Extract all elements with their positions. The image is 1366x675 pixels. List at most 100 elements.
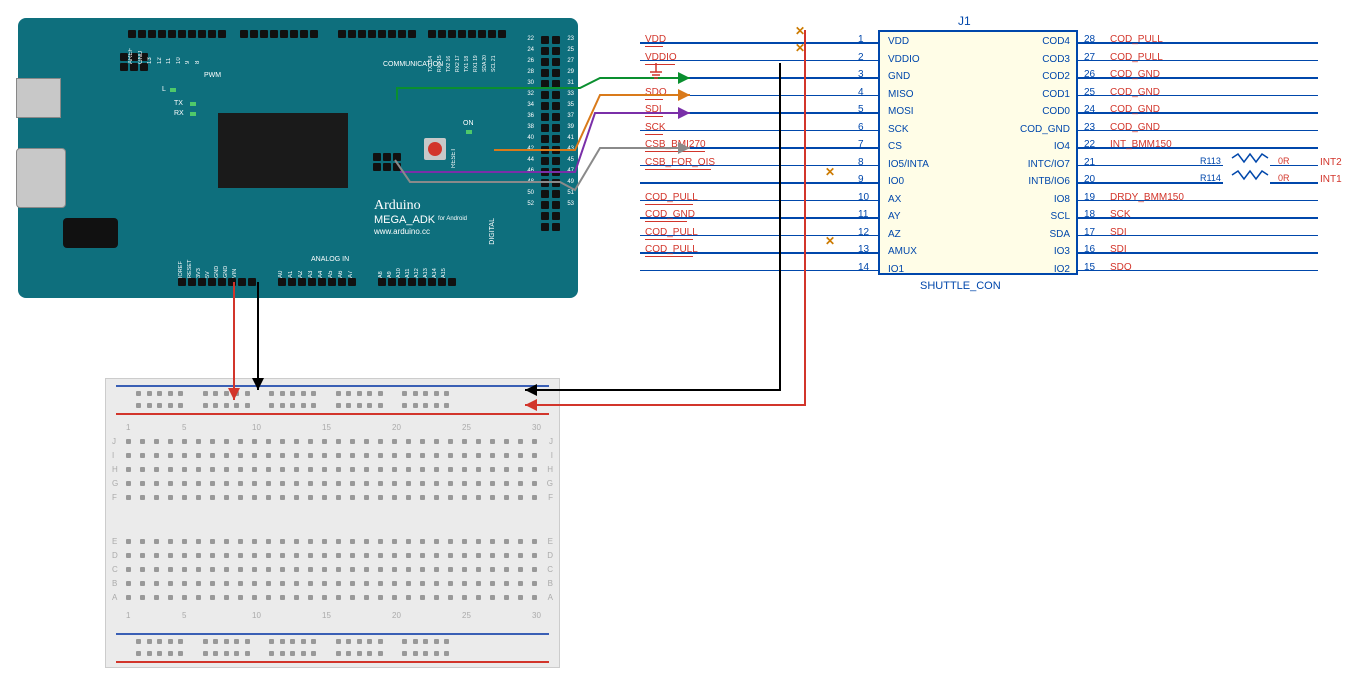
pin-name-left: AMUX [888, 246, 917, 257]
pin-name-left: MISO [888, 89, 914, 100]
net-label: INT_BMM150 [1110, 139, 1172, 150]
schematic-ref: J1 [958, 14, 971, 28]
net-label: SCK [1110, 209, 1131, 220]
tx-led [190, 102, 196, 106]
net-label: SDO [1110, 262, 1132, 273]
net-label: INT1 [1320, 174, 1342, 185]
pin-name-right: INTB/IO6 [1028, 176, 1070, 187]
arduino-url: www.arduino.cc [374, 227, 430, 236]
rx-led [190, 112, 196, 116]
usb-host-port [16, 148, 66, 208]
net-label: VDD [645, 34, 666, 45]
net-label: COD_GND [645, 209, 695, 220]
x-mark-icon: ✕ [825, 165, 835, 179]
pin-wire [640, 112, 878, 114]
net-label: COD_PULL [645, 244, 698, 255]
pin-name-right: COD0 [1042, 106, 1070, 117]
reset-label: RESET [451, 148, 457, 168]
net-label: COD_GND [1110, 104, 1160, 115]
pin-name-left: VDDIO [888, 54, 920, 65]
arduino-board: TX RX L ON COMMUNICATION PWM ANALOG IN D… [18, 18, 578, 298]
pin-name-right: INTC/IO7 [1028, 159, 1070, 170]
bottom-pins-power [178, 278, 256, 286]
net-label: SDI [645, 104, 662, 115]
net-label: COD_PULL [1110, 52, 1163, 63]
pin-name-right: COD1 [1042, 89, 1070, 100]
net-label: DRDY_BMM150 [1110, 192, 1184, 203]
bottom-pins-analog1 [278, 278, 356, 286]
pin-name-right: SDA [1049, 229, 1070, 240]
power-jack [63, 218, 118, 248]
analog-label: ANALOG IN [311, 256, 349, 263]
pin-name-left: IO0 [888, 176, 904, 187]
digital-pin-column [541, 36, 560, 231]
rx-label: RX [174, 110, 184, 117]
pin-name-left: MOSI [888, 106, 914, 117]
pwm-label: PWM [204, 72, 221, 79]
pin-wire [640, 95, 878, 97]
pin-wire [640, 130, 878, 132]
schematic-connector: J1 SHUTTLE_CON VDD1VDDVDDIO2VDDIOGND3MIS… [630, 12, 1360, 302]
tx-label: TX [174, 100, 183, 107]
resistor-ref: R114 [1200, 173, 1221, 183]
top-pins-3 [338, 30, 416, 38]
pin-name-right: SCL [1051, 211, 1070, 222]
pin-name-left: VDD [888, 36, 909, 47]
net-label: COD_GND [1110, 122, 1160, 133]
pin-name-left: AY [888, 211, 901, 222]
net-label: COD_GND [1110, 87, 1160, 98]
reset-button[interactable] [424, 138, 446, 160]
pin-name-right: COD3 [1042, 54, 1070, 65]
pin-name-right: IO4 [1054, 141, 1070, 152]
mcu-chip [218, 113, 348, 188]
top-pins-4 [428, 30, 506, 38]
l-led [170, 88, 176, 92]
net-label: SDI [1110, 227, 1127, 238]
net-label: VDDIO [645, 52, 677, 63]
net-label: SCK [645, 122, 666, 133]
pin-name-left: GND [888, 71, 910, 82]
pin-name-left: AZ [888, 229, 901, 240]
arduino-model: MEGA_ADK [374, 214, 435, 226]
on-led [466, 130, 472, 134]
icsp-pins-2 [373, 153, 401, 171]
pin-wire [640, 270, 878, 272]
net-label: COD_PULL [1110, 34, 1163, 45]
pin-name-left: IO5/INTA [888, 159, 929, 170]
resistor-ref: R113 [1200, 156, 1221, 166]
net-label: COD_PULL [645, 227, 698, 238]
pin-name-left: AX [888, 194, 901, 205]
net-label: CSB_FOR_OIS [645, 157, 715, 168]
pin-name-right: COD2 [1042, 71, 1070, 82]
pin-name-right: COD_GND [1020, 124, 1070, 135]
on-label: ON [463, 120, 474, 127]
net-label: SDI [1110, 244, 1127, 255]
pin-name-left: CS [888, 141, 902, 152]
pin-name-left: IO1 [888, 264, 904, 275]
pin-name-right: COD4 [1042, 36, 1070, 47]
x-mark-icon: ✕ [795, 41, 805, 55]
x-mark-icon: ✕ [825, 234, 835, 248]
usb-port [16, 78, 61, 118]
pin-wire [640, 77, 878, 79]
x-mark-icon: ✕ [795, 24, 805, 38]
top-pins-1 [128, 30, 226, 38]
schematic-name: SHUTTLE_CON [920, 280, 1001, 292]
schematic-box [878, 30, 1078, 275]
pin-wire [640, 182, 878, 184]
top-pins-2 [240, 30, 318, 38]
digital-label: DIGITAL [489, 218, 496, 245]
top-pin-labels: AREFGND1312111098 [128, 44, 201, 64]
net-label: CSB_BMI270 [645, 139, 706, 150]
pin-name-right: IO3 [1054, 246, 1070, 257]
pin-name-left: SCK [888, 124, 909, 135]
arduino-subtitle: for Android [438, 216, 467, 222]
net-label: INT2 [1320, 157, 1342, 168]
net-label: SDO [645, 87, 667, 98]
arduino-title: Arduino [374, 198, 421, 214]
l-label: L [162, 86, 166, 93]
breadboard: JJIIHHGGFFEEDDCCBBAA11551010151520202525… [105, 378, 560, 668]
pin-name-right: IO8 [1054, 194, 1070, 205]
bottom-pins-analog2 [378, 278, 456, 286]
pin-name-right: IO2 [1054, 264, 1070, 275]
